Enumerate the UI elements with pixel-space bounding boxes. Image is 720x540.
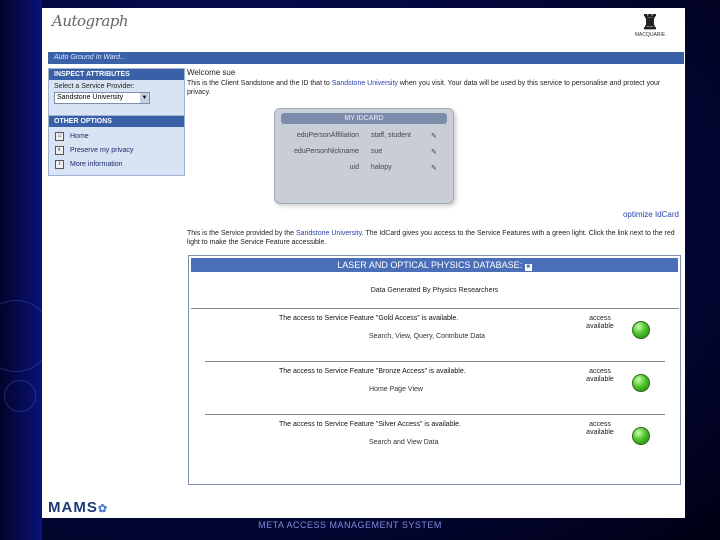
database-subtitle: Data Generated By Physics Researchers: [370, 287, 499, 294]
privacy-icon: ◐: [55, 146, 64, 155]
inspect-attributes-panel: INSPECT ATTRIBUTES Select a Service Prov…: [48, 68, 185, 118]
app-screenshot: Autograph ♜ MACQUARIE Auto Ground In War…: [42, 8, 685, 518]
select-value: Sandstone University: [57, 94, 124, 101]
feature-desc: Search and View Data: [369, 439, 439, 446]
sidebar-item-info[interactable]: i More information: [55, 160, 178, 169]
feature-status: access available: [586, 421, 614, 436]
idcard-panel: MY IDCARD eduPersonAffiliation staff, st…: [274, 108, 454, 204]
welcome-heading: Welcome sue: [187, 68, 236, 77]
intro-pre: This is the Client Sandstone and the ID …: [187, 80, 330, 87]
slide-footer: META ACCESS MANAGEMENT SYSTEM: [0, 520, 720, 530]
edit-icon[interactable]: ✎: [431, 164, 437, 172]
crest-icon: ♜: [641, 10, 659, 34]
database-title: LASER AND OPTICAL PHYSICS DATABASE: ■: [191, 258, 678, 272]
sp-label: Select a Service Provider:: [54, 83, 135, 90]
service-feature-row: The access to Service Feature "Bronze Ac…: [189, 362, 680, 414]
gear-icon: ✿: [97, 503, 109, 515]
intro-link[interactable]: Sandstone University: [332, 80, 398, 87]
service-link[interactable]: Sandstone University: [296, 230, 362, 237]
feature-text: The access to Service Feature "Gold Acce…: [279, 315, 459, 322]
feature-desc: Home Page View: [369, 386, 423, 393]
feature-text: The access to Service Feature "Silver Ac…: [279, 421, 461, 428]
service-text: This is the Service provided by the Sand…: [187, 230, 675, 246]
inspect-title: INSPECT ATTRIBUTES: [49, 69, 184, 80]
idcard-row: eduPersonNickname sue ✎: [285, 148, 443, 156]
sidebar-item-home[interactable]: ⌂ Home: [55, 132, 178, 141]
optimize-idcard-link[interactable]: optimize IdCard: [623, 210, 679, 219]
database-title-text: LASER AND OPTICAL PHYSICS DATABASE: [337, 260, 520, 270]
home-icon: ⌂: [55, 132, 64, 141]
app-logo: Autograph: [52, 12, 129, 30]
service-feature-row: The access to Service Feature "Silver Ac…: [189, 415, 680, 467]
idcard-row: uid halopy ✎: [285, 164, 443, 172]
green-light-icon[interactable]: [632, 321, 650, 339]
attr-key: uid: [349, 164, 359, 171]
edit-icon[interactable]: ✎: [431, 148, 437, 156]
sidebar-item-privacy[interactable]: ◐ Preserve my privacy: [55, 146, 178, 155]
attr-value: halopy: [371, 164, 392, 171]
mams-logo: MAMS✿: [48, 499, 108, 516]
other-title: OTHER OPTIONS: [49, 116, 184, 127]
service-pre: This is the Service provided by the: [187, 230, 294, 237]
chevron-down-icon[interactable]: ▼: [140, 93, 149, 103]
service-feature-row: The access to Service Feature "Gold Acce…: [189, 309, 680, 361]
sidebar-item-label: Home: [70, 133, 89, 140]
slide-left-band: [0, 0, 42, 540]
green-light-icon[interactable]: [632, 374, 650, 392]
sidebar-item-label: Preserve my privacy: [70, 147, 134, 154]
attr-value: sue: [371, 148, 383, 155]
attr-key: eduPersonNickname: [294, 148, 359, 155]
other-options-panel: OTHER OPTIONS ⌂ Home ◐ Preserve my priva…: [48, 115, 185, 176]
service-database-panel: LASER AND OPTICAL PHYSICS DATABASE: ■ Da…: [188, 255, 681, 485]
footer-text: META ACCESS MANAGEMENT SYSTEM: [258, 520, 442, 530]
feature-status: access available: [586, 368, 614, 383]
attr-key: eduPersonAffiliation: [296, 132, 359, 139]
intro-text: This is the Client Sandstone and the ID …: [187, 79, 677, 97]
header-bar: Auto Ground In Ward...: [48, 52, 684, 64]
edit-icon[interactable]: ✎: [431, 132, 437, 140]
decor-bubble: [4, 380, 36, 412]
attr-value: staff, student: [371, 132, 411, 139]
feature-status: access available: [586, 315, 614, 330]
university-name: MACQUARIE: [634, 32, 666, 38]
info-icon: i: [55, 160, 64, 169]
sidebar-item-label: More information: [70, 161, 123, 168]
green-light-icon[interactable]: [632, 427, 650, 445]
university-logo: ♜ MACQUARIE: [633, 12, 667, 38]
mams-text: MAMS: [48, 499, 98, 516]
feature-desc: Search, View, Query, Contribute Data: [369, 333, 486, 340]
expand-icon[interactable]: ■: [524, 264, 532, 271]
idcard-title: MY IDCARD: [281, 113, 447, 124]
idcard-row: eduPersonAffiliation staff, student ✎: [285, 132, 443, 140]
service-provider-select[interactable]: Sandstone University ▼: [54, 92, 150, 104]
feature-text: The access to Service Feature "Bronze Ac…: [279, 368, 466, 375]
